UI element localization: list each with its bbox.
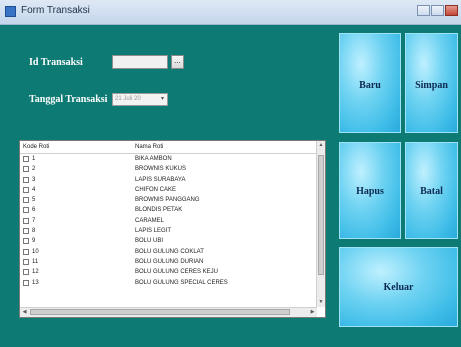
maximize-button[interactable] xyxy=(431,5,444,16)
date-value: 21 Juli 20 xyxy=(115,96,141,102)
nama-roti-cell: BOLU GULUNG COKLAT xyxy=(135,248,204,255)
kode-roti-cell: 9 xyxy=(32,238,36,245)
simpan-button[interactable]: Simpan xyxy=(405,33,458,133)
row-checkbox[interactable] xyxy=(23,207,29,214)
table-row[interactable]: 7 CARAMEL xyxy=(20,217,317,227)
row-checkbox[interactable] xyxy=(23,186,29,193)
kode-roti-cell: 5 xyxy=(32,197,36,204)
keluar-button[interactable]: Keluar xyxy=(339,247,458,327)
row-checkbox[interactable] xyxy=(23,248,29,255)
table-row[interactable]: 10 BOLU GULUNG COKLAT xyxy=(20,248,317,258)
browse-button[interactable]: ... xyxy=(171,55,184,69)
table-row[interactable]: 5 BROWNIS PANGGANG xyxy=(20,196,317,206)
title-bar: Form Transaksi xyxy=(0,0,461,25)
window-title: Form Transaksi xyxy=(21,5,90,16)
kode-roti-cell: 7 xyxy=(32,217,36,224)
table-row[interactable]: 6 BLONDIS PETAK xyxy=(20,206,317,216)
kode-roti-cell: 8 xyxy=(32,228,36,235)
row-checkbox[interactable] xyxy=(23,258,29,265)
table-row[interactable]: 1 BIKA AMBON xyxy=(20,155,317,165)
batal-label: Batal xyxy=(420,186,443,197)
kode-roti-cell: 1 xyxy=(32,156,36,162)
tanggal-transaksi-label: Tanggal Transaksi xyxy=(29,94,108,105)
close-button[interactable] xyxy=(445,5,458,16)
keluar-label: Keluar xyxy=(383,282,414,293)
table-row[interactable]: 3 LAPIS SURABAYA xyxy=(20,176,317,186)
vertical-scroll-thumb[interactable] xyxy=(318,155,324,275)
vertical-scrollbar[interactable]: ▲ ▼ xyxy=(316,141,325,307)
baru-label: Baru xyxy=(359,80,381,91)
kode-roti-cell: 13 xyxy=(32,279,39,286)
row-checkbox[interactable] xyxy=(23,279,29,286)
row-checkbox[interactable] xyxy=(23,156,29,162)
minimize-button[interactable] xyxy=(417,5,430,16)
table-row[interactable]: 13 BOLU GULUNG SPECIAL CERES xyxy=(20,279,317,289)
scroll-up-icon[interactable]: ▲ xyxy=(317,141,325,150)
scroll-left-icon[interactable]: ◀ xyxy=(20,308,29,317)
nama-roti-cell: CARAMEL xyxy=(135,217,165,224)
nama-roti-cell: BOLU GULUNG CERES KEJU xyxy=(135,269,219,276)
nama-roti-cell: BIKA AMBON xyxy=(135,156,172,162)
row-checkbox[interactable] xyxy=(23,166,29,173)
nama-roti-cell: BOLU UBI xyxy=(135,238,164,245)
batal-button[interactable]: Batal xyxy=(405,142,458,239)
nama-roti-cell: BROWNIS PANGGANG xyxy=(135,197,200,204)
row-checkbox[interactable] xyxy=(23,228,29,235)
nama-roti-cell: CHIFON CAKE xyxy=(135,186,177,193)
nama-roti-cell: LAPIS LEGIT xyxy=(135,228,172,235)
kode-roti-cell: 4 xyxy=(32,186,36,193)
scroll-right-icon[interactable]: ▶ xyxy=(308,308,317,317)
row-checkbox[interactable] xyxy=(23,238,29,245)
form-transaksi-window: Form Transaksi Id Transaksi ... Tanggal … xyxy=(0,0,461,347)
nama-roti-cell: BLONDIS PETAK xyxy=(135,207,183,214)
baru-button[interactable]: Baru xyxy=(339,33,401,133)
chevron-down-icon[interactable]: ▾ xyxy=(159,95,166,104)
row-checkbox[interactable] xyxy=(23,269,29,276)
column-header-kode-roti[interactable]: Kode Roti xyxy=(23,144,49,150)
kode-roti-cell: 11 xyxy=(32,258,39,265)
horizontal-scroll-thumb[interactable] xyxy=(30,309,290,315)
nama-roti-cell: BOLU GULUNG DURIAN xyxy=(135,258,204,265)
nama-roti-cell: LAPIS SURABAYA xyxy=(135,176,186,183)
kode-roti-cell: 12 xyxy=(32,269,39,276)
row-checkbox[interactable] xyxy=(23,217,29,224)
table-row[interactable]: 9 BOLU UBI xyxy=(20,237,317,247)
column-header-nama-roti[interactable]: Nama Roti xyxy=(135,144,163,150)
grid-rows: 1 BIKA AMBON 2 BROWNIS KUKUS 3 LAPIS SURABAYA… xyxy=(20,155,317,289)
roti-grid[interactable]: Kode Roti Nama Roti 1 BIKA AMBON 2 BROWNIS … xyxy=(19,140,326,318)
table-row[interactable]: 4 CHIFON CAKE xyxy=(20,186,317,196)
simpan-label: Simpan xyxy=(415,80,448,91)
kode-roti-cell: 6 xyxy=(32,207,36,214)
hapus-label: Hapus xyxy=(356,186,384,197)
row-checkbox[interactable] xyxy=(23,197,29,204)
table-row[interactable]: 11 BOLU GULUNG DURIAN xyxy=(20,258,317,268)
horizontal-scrollbar[interactable]: ◀ ▶ xyxy=(20,307,317,317)
table-row[interactable]: 12 BOLU GULUNG CERES KEJU xyxy=(20,268,317,278)
row-checkbox[interactable] xyxy=(23,176,29,183)
app-icon xyxy=(5,6,16,17)
nama-roti-cell: BOLU GULUNG SPECIAL CERES xyxy=(135,279,228,286)
nama-roti-cell: BROWNIS KUKUS xyxy=(135,166,187,173)
table-row[interactable]: 2 BROWNIS KUKUS xyxy=(20,165,317,175)
kode-roti-cell: 3 xyxy=(32,176,36,183)
kode-roti-cell: 2 xyxy=(32,166,36,173)
grid-header: Kode Roti Nama Roti xyxy=(20,141,317,154)
scroll-down-icon[interactable]: ▼ xyxy=(317,298,325,307)
id-transaksi-label: Id Transaksi xyxy=(29,57,83,68)
kode-roti-cell: 10 xyxy=(32,248,39,255)
id-transaksi-input[interactable] xyxy=(112,55,168,69)
table-row[interactable]: 8 LAPIS LEGIT xyxy=(20,227,317,237)
hapus-button[interactable]: Hapus xyxy=(339,142,401,239)
tanggal-transaksi-picker[interactable]: 21 Juli 20 ▾ xyxy=(112,93,168,106)
